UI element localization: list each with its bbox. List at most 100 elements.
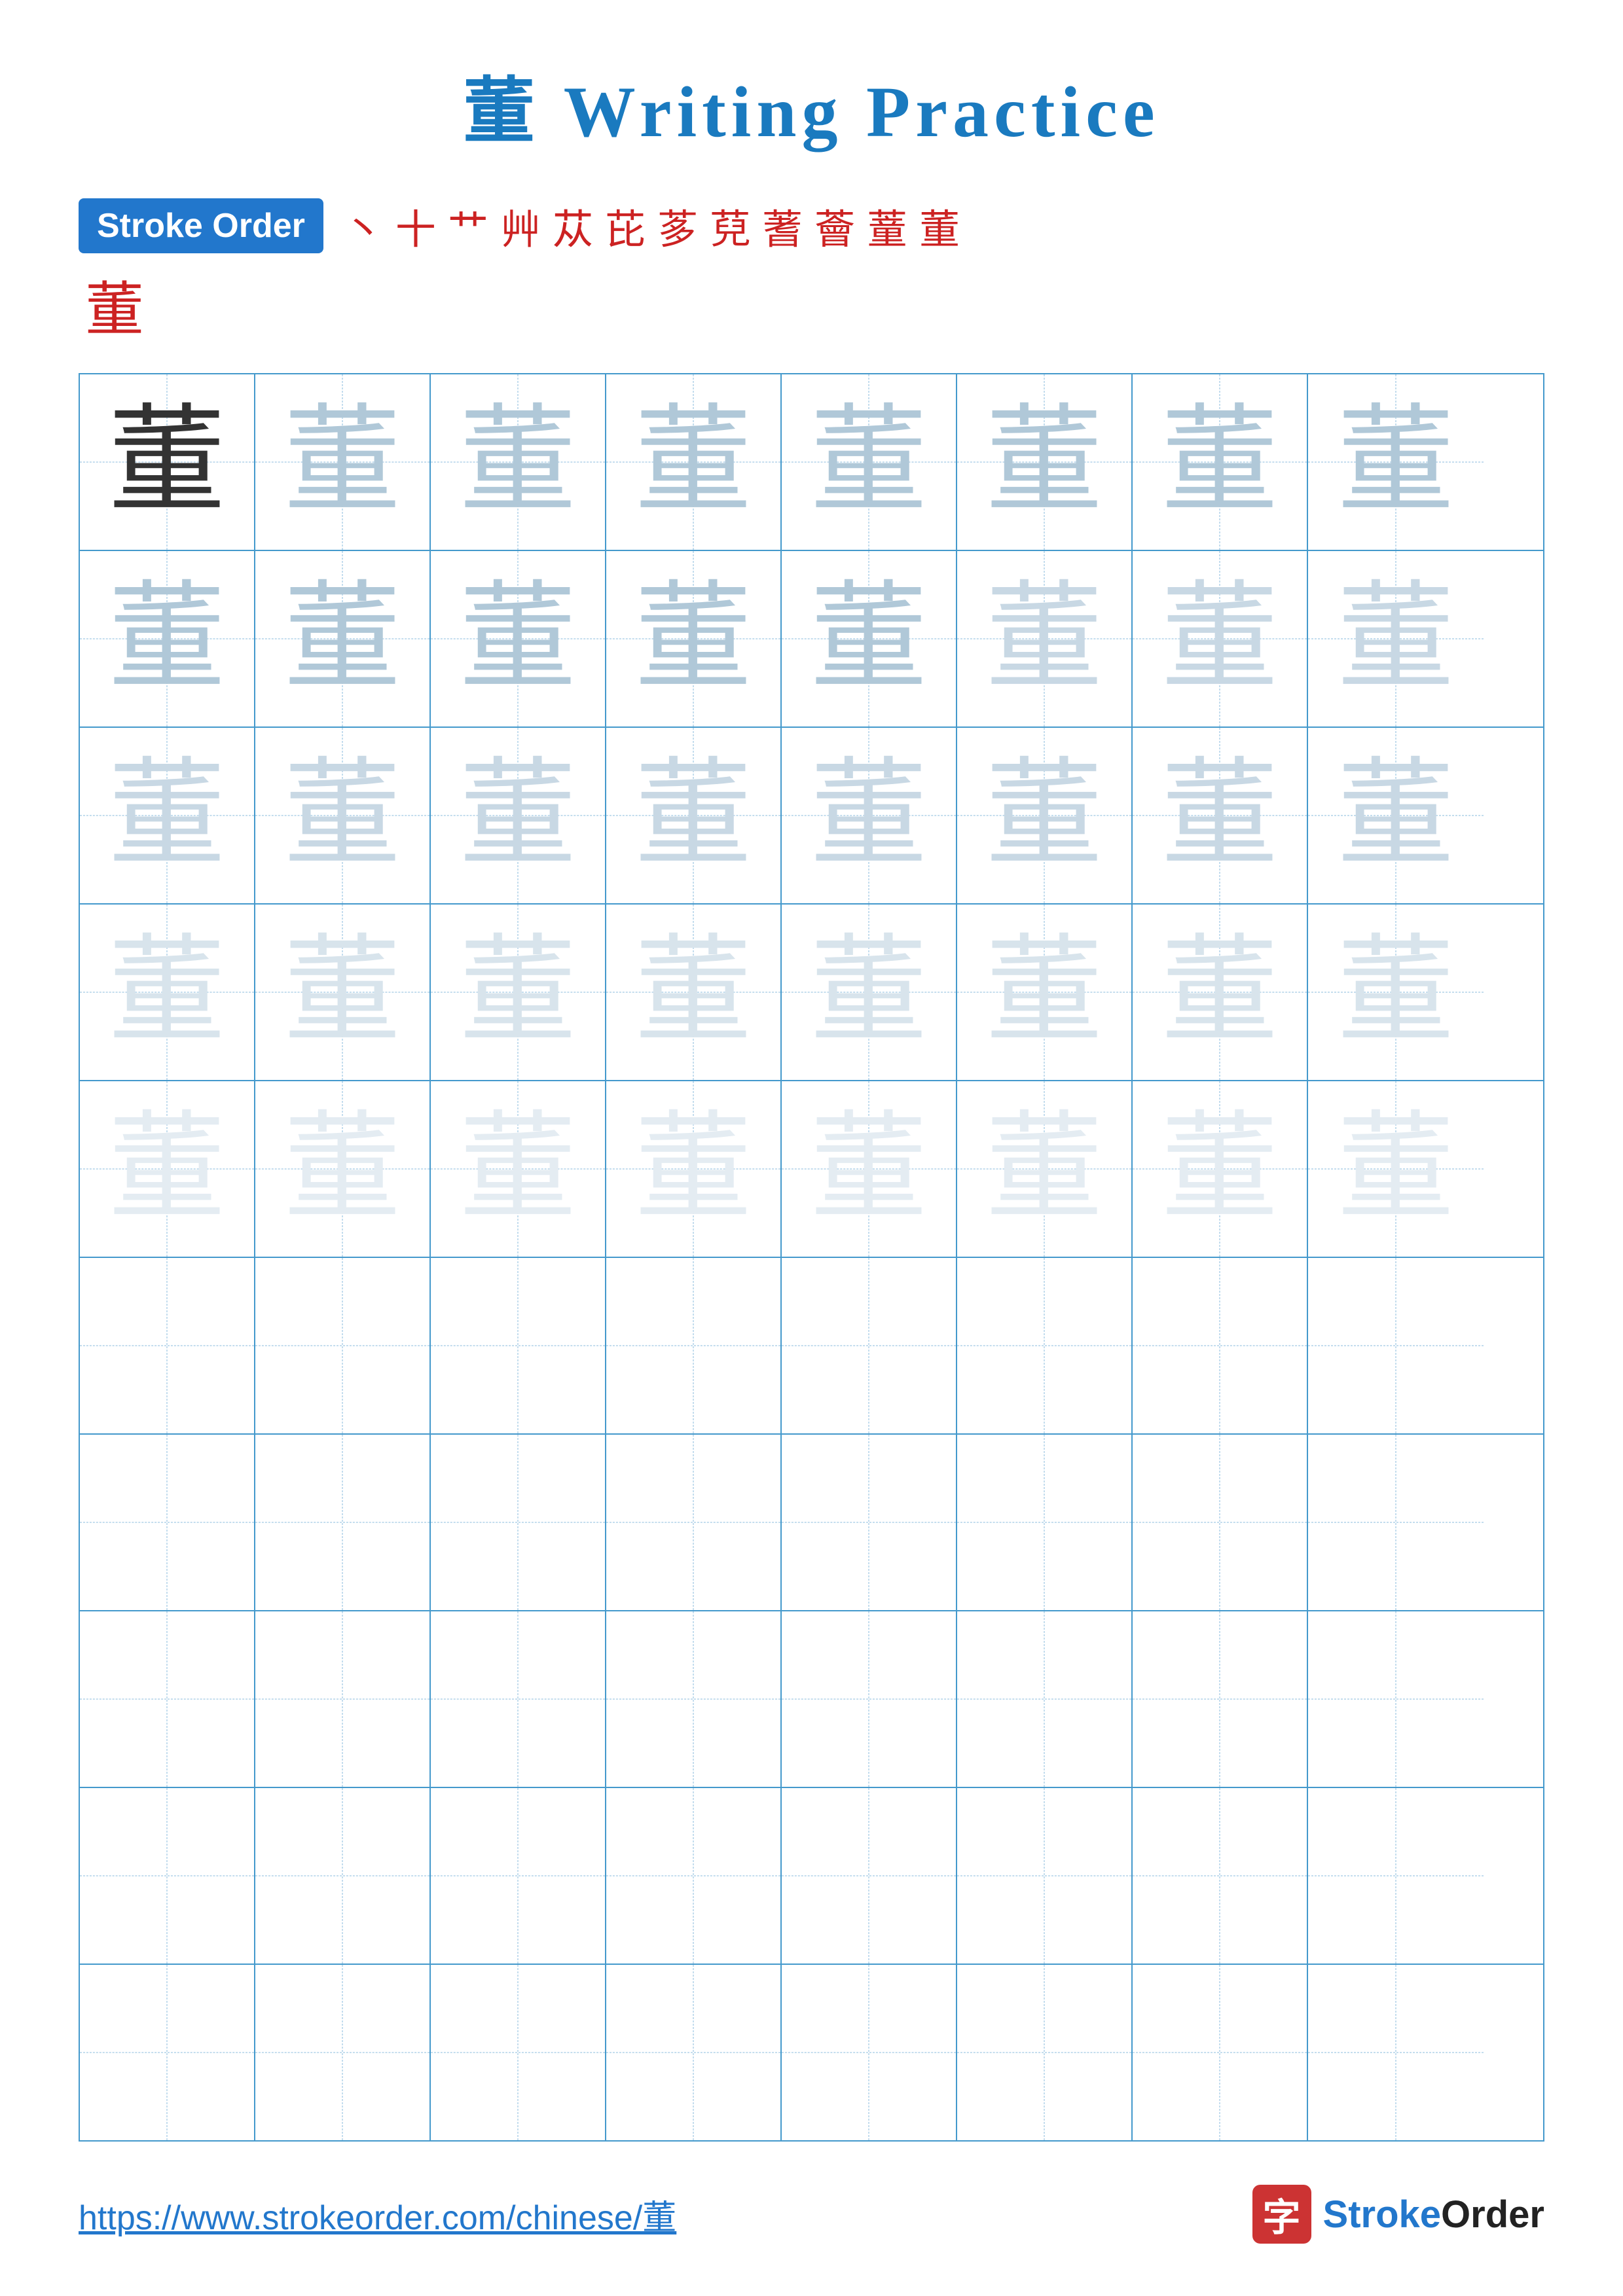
stroke-12: 董 [919,196,960,255]
stroke-6: 芘 [605,196,646,255]
grid-cell: 董 [782,551,957,726]
grid-cell-empty[interactable] [1133,1435,1308,1610]
grid-cell: 董 [782,1081,957,1257]
grid-cell: 董 [606,374,782,550]
grid-cell: 董 [431,551,606,726]
grid-cell: 董 [255,905,431,1080]
grid-cell-empty[interactable] [80,1258,255,1433]
grid-cell: 董 [1133,374,1308,550]
grid-cell: 董 [1308,1081,1484,1257]
grid-cell-empty[interactable] [1133,1611,1308,1787]
grid-cell-empty[interactable] [431,1788,606,1964]
grid-cell-empty[interactable] [782,1788,957,1964]
grid-cell: 董 [1133,728,1308,903]
grid-cell: 董 [782,728,957,903]
grid-cell-empty[interactable] [606,1788,782,1964]
grid-cell-empty[interactable] [782,1435,957,1610]
stroke-8: 萖 [710,196,750,255]
grid-cell-empty[interactable] [606,1258,782,1433]
stroke-9: 蓍 [762,196,803,255]
title-text: Writing Practice [564,72,1160,152]
grid-cell-empty[interactable] [782,1611,957,1787]
grid-cell-empty[interactable] [957,1435,1133,1610]
grid-cell: 董 [957,374,1133,550]
grid-cell-empty[interactable] [606,1965,782,2140]
grid-cell-empty[interactable] [80,1788,255,1964]
stroke-large-char: 董 [79,262,1544,347]
grid-cell-empty[interactable] [1308,1435,1484,1610]
grid-cell: 董 [1308,374,1484,550]
grid-row-7 [80,1435,1543,1611]
grid-cell-empty[interactable] [80,1611,255,1787]
grid-row-9 [80,1788,1543,1965]
grid-cell: 董 [255,728,431,903]
grid-cell: 董 [782,905,957,1080]
grid-cell: 董 [255,551,431,726]
footer-logo-text: StrokeOrder [1323,2193,1544,2236]
grid-cell: 董 [1133,551,1308,726]
grid-row-2: 董 董 董 董 董 董 董 董 [80,551,1543,728]
stroke-1: 丶 [343,196,384,255]
footer-logo-order: Order [1441,2193,1544,2236]
footer-url[interactable]: https://www.strokeorder.com/chinese/董 [79,2190,676,2239]
grid-cell: 董 [80,905,255,1080]
grid-cell: 董 [80,551,255,726]
grid-cell: 董 [606,551,782,726]
grid-cell-empty[interactable] [957,1965,1133,2140]
grid-cell-empty[interactable] [1133,1965,1308,2140]
title-char: 董 [463,72,540,152]
grid-cell-empty[interactable] [1308,1965,1484,2140]
grid-cell: 董 [1308,728,1484,903]
grid-cell: 董 [255,374,431,550]
grid-cell-empty[interactable] [1308,1788,1484,1964]
grid-cell: 董 [80,728,255,903]
grid-cell-empty[interactable] [1133,1258,1308,1433]
grid-cell-empty[interactable] [431,1611,606,1787]
grid-row-6 [80,1258,1543,1435]
stroke-7: 茤 [657,196,698,255]
grid-cell-empty[interactable] [255,1258,431,1433]
grid-cell: 董 [606,1081,782,1257]
grid-cell-empty[interactable] [606,1435,782,1610]
page-title: 董 Writing Practice [0,0,1623,196]
grid-cell-empty[interactable] [957,1611,1133,1787]
grid-row-4: 董 董 董 董 董 董 董 董 [80,905,1543,1081]
grid-cell-empty[interactable] [255,1788,431,1964]
stroke-11: 蕫 [867,196,907,255]
grid-cell-empty[interactable] [957,1788,1133,1964]
grid-cell-empty[interactable] [782,1965,957,2140]
grid-row-10 [80,1965,1543,2140]
grid-cell: 董 [957,1081,1133,1257]
grid-cell: 董 [431,1081,606,1257]
grid-row-3: 董 董 董 董 董 董 董 董 [80,728,1543,905]
grid-cell: 董 [782,374,957,550]
grid-cell-empty[interactable] [80,1435,255,1610]
grid-cell: 董 [606,905,782,1080]
grid-cell-empty[interactable] [255,1435,431,1610]
stroke-order-row: Stroke Order 丶 十 艹 艸 苁 芘 茤 萖 蓍 薈 蕫 董 [79,196,1544,255]
grid-cell: 董 [80,1081,255,1257]
grid-cell-empty[interactable] [255,1611,431,1787]
writing-grid: 董 董 董 董 董 董 董 董 董 董 董 董 董 董 董 董 董 董 董 董 … [79,373,1544,2142]
grid-cell: 董 [606,728,782,903]
grid-cell-empty[interactable] [431,1435,606,1610]
grid-cell-empty[interactable] [80,1965,255,2140]
grid-cell-empty[interactable] [1133,1788,1308,1964]
footer-logo: 字 StrokeOrder [1252,2185,1544,2244]
grid-cell-empty[interactable] [606,1611,782,1787]
grid-cell: 董 [957,728,1133,903]
grid-cell: 董 [1308,905,1484,1080]
grid-cell-empty[interactable] [1308,1611,1484,1787]
grid-cell-empty[interactable] [255,1965,431,2140]
grid-cell: 董 [255,1081,431,1257]
grid-cell-empty[interactable] [431,1965,606,2140]
grid-cell: 董 [1133,905,1308,1080]
grid-cell-empty[interactable] [1308,1258,1484,1433]
grid-cell-empty[interactable] [957,1258,1133,1433]
stroke-order-badge: Stroke Order [79,198,323,253]
grid-cell-empty[interactable] [431,1258,606,1433]
grid-cell: 董 [431,374,606,550]
footer: https://www.strokeorder.com/chinese/董 字 … [0,2185,1623,2244]
stroke-2: 十 [395,196,436,255]
grid-cell-empty[interactable] [782,1258,957,1433]
